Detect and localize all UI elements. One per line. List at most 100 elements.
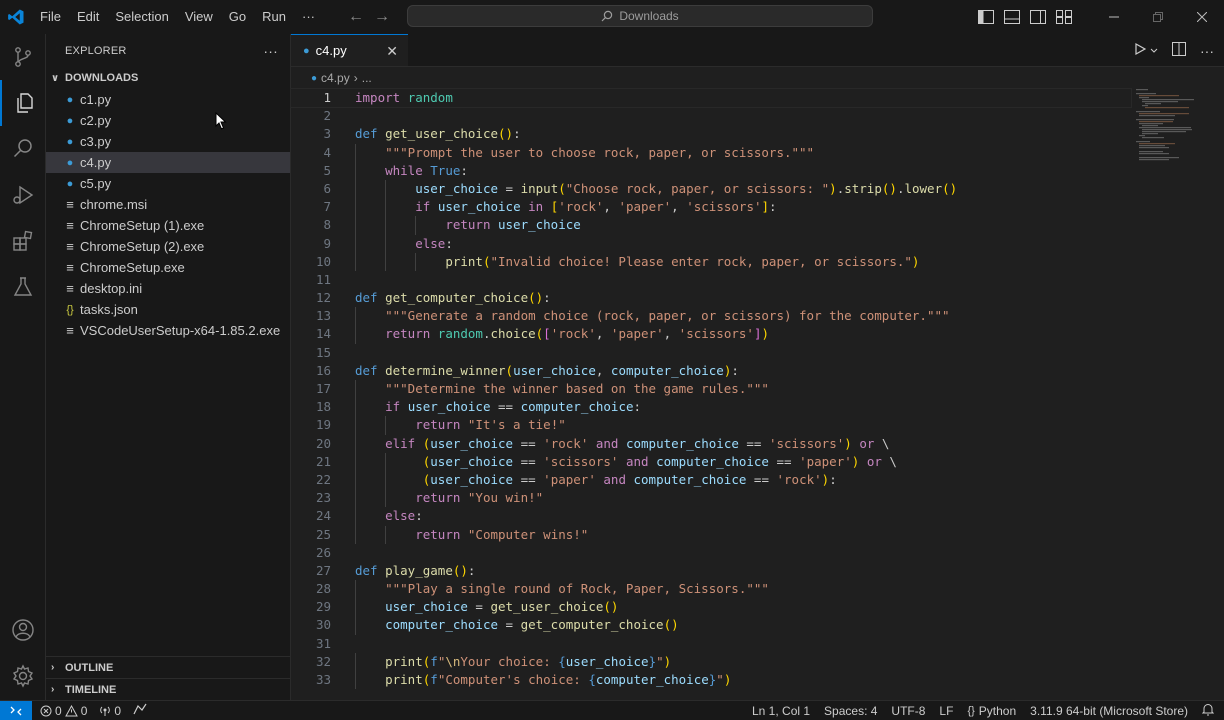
menu-run[interactable]: Run [254,0,294,34]
source-control-button[interactable] [0,34,46,80]
explorer-button[interactable] [0,80,46,126]
menu-file[interactable]: File [32,0,69,34]
end-of-line[interactable]: LF [939,704,953,718]
line-text: elif (user_choice == 'rock' and computer… [331,434,889,453]
code-line[interactable]: 17 """Determine the winner based on the … [291,380,1131,399]
code-line[interactable]: 21 (user_choice == 'scissors' and comput… [291,452,1131,471]
line-text: print("Invalid choice! Please enter rock… [331,252,919,271]
code-line[interactable]: 27 def play_game(): [291,562,1131,580]
menu-go[interactable]: Go [221,0,254,34]
code-line[interactable]: 20 elif (user_choice == 'rock' and compu… [291,434,1131,453]
code-line[interactable]: 24 else: [291,507,1131,526]
code-line[interactable]: 6 user_choice = input("Choose rock, pape… [291,179,1131,199]
code-line[interactable]: 30 computer_choice = get_computer_choice… [291,616,1131,635]
code-line[interactable]: 12 def get_computer_choice(): [291,289,1131,307]
run-debug-button[interactable] [0,172,46,218]
code-line[interactable]: 11 [291,271,1131,289]
file-item[interactable]: {} tasks.json [46,299,290,320]
close-tab-icon[interactable]: ✕ [386,43,398,60]
code-line[interactable]: 19 return "It's a tie!" [291,416,1131,435]
file-item[interactable]: ≡ ChromeSetup (1).exe [46,215,290,236]
file-item[interactable]: ● c1.py [46,89,290,110]
code-line[interactable]: 31 [291,635,1131,653]
code-line[interactable]: 13 """Generate a random choice (rock, pa… [291,307,1131,326]
folder-name: DOWNLOADS [65,72,139,84]
file-item[interactable]: ≡ ChromeSetup (2).exe [46,236,290,257]
minimap[interactable] [1136,89,1196,179]
code-line[interactable]: 28 """Play a single round of Rock, Paper… [291,580,1131,599]
run-file-icon[interactable] [1134,42,1158,58]
code-line[interactable]: 3 def get_user_choice(): [291,125,1131,143]
accounts-button[interactable] [0,607,46,653]
search-button[interactable] [0,126,46,172]
code-line[interactable]: 32 print(f"\nYour choice: {user_choice}"… [291,652,1131,671]
explorer-title: EXPLORER [65,44,127,57]
language-mode[interactable]: {} Python [967,704,1016,718]
timeline-section[interactable]: › TIMELINE [46,678,291,700]
menu-selection[interactable]: Selection [107,0,176,34]
more-actions-icon[interactable]: ··· [1200,43,1214,59]
menu-view[interactable]: View [177,0,221,34]
code-line[interactable]: 25 return "Computer wins!" [291,525,1131,544]
code-line[interactable]: 33 print(f"Computer's choice: {computer_… [291,671,1131,690]
indentation[interactable]: Spaces: 4 [824,704,877,718]
remote-indicator[interactable] [0,700,32,720]
code-line[interactable]: 10 print("Invalid choice! Please enter r… [291,252,1131,271]
python-interpreter[interactable]: 3.11.9 64-bit (Microsoft Store) [1030,704,1188,718]
code-line[interactable]: 9 else: [291,234,1131,253]
code-line[interactable]: 1 import random [290,87,1132,109]
code-line[interactable]: 7 if user_choice in ['rock', 'paper', 's… [291,198,1131,217]
command-center-search[interactable]: Downloads [407,5,873,27]
code-line[interactable]: 8 return user_choice [291,216,1131,235]
forward-arrow-icon[interactable]: → [374,8,390,26]
close-window-button[interactable] [1180,0,1224,34]
testing-button[interactable] [0,264,46,310]
problems-status[interactable]: 0 0 [40,704,87,718]
split-editor-icon[interactable] [1172,42,1186,59]
file-item[interactable]: ● c4.py [46,152,290,173]
code-line[interactable]: 2 [291,107,1131,125]
code-editor[interactable]: 1 import random 2 3 def get_user_choice(): 4 … [290,87,1132,690]
folder-downloads-header[interactable]: ∨ DOWNLOADS [46,67,290,89]
code-line[interactable]: 18 if user_choice == computer_choice: [291,398,1131,417]
code-line[interactable]: 26 [291,544,1131,562]
file-item[interactable]: ≡ desktop.ini [46,278,290,299]
toggle-secondary-sidebar-icon[interactable] [1030,10,1046,24]
code-line[interactable]: 15 [291,344,1131,362]
file-item[interactable]: ● c5.py [46,173,290,194]
menu-edit[interactable]: Edit [69,0,107,34]
file-item[interactable]: ≡ VSCodeUserSetup-x64-1.85.2.exe [46,320,290,341]
live-share-icon[interactable] [133,703,147,718]
back-arrow-icon[interactable]: ← [348,8,364,26]
notifications-bell-icon[interactable] [1201,703,1215,719]
toggle-panel-icon[interactable] [1004,10,1020,24]
customize-layout-icon[interactable] [1056,10,1072,24]
explorer-more-button[interactable]: ··· [263,43,278,59]
minimize-icon [1109,16,1119,18]
code-line[interactable]: 16 def determine_winner(user_choice, comp… [291,362,1131,380]
line-text: def get_user_choice(): [355,126,521,142]
menu-more[interactable]: ··· [294,0,323,34]
manage-button[interactable] [0,653,46,699]
code-line[interactable]: 5 while True: [291,161,1131,180]
outline-section[interactable]: › OUTLINE [46,656,291,678]
minimize-button[interactable] [1092,0,1136,34]
file-item[interactable]: ● c2.py [46,110,290,131]
toggle-primary-sidebar-icon[interactable] [978,10,994,24]
breadcrumb-more[interactable]: ... [362,71,372,85]
code-line[interactable]: 29 user_choice = get_user_choice() [291,598,1131,617]
breadcrumb-file[interactable]: c4.py [321,71,350,85]
ports-status[interactable]: 0 [99,704,121,718]
code-line[interactable]: 23 return "You win!" [291,489,1131,508]
maximize-button[interactable] [1136,0,1180,34]
code-line[interactable]: 22 (user_choice == 'paper' and computer_… [291,470,1131,490]
extensions-button[interactable] [0,218,46,264]
file-item[interactable]: ≡ ChromeSetup.exe [46,257,290,278]
cursor-position[interactable]: Ln 1, Col 1 [752,704,810,718]
code-line[interactable]: 14 return random.choice(['rock', 'paper'… [291,325,1131,344]
encoding[interactable]: UTF-8 [891,704,925,718]
code-line[interactable]: 4 """Prompt the user to choose rock, pap… [291,143,1131,162]
tab-c4-py[interactable]: ● c4.py ✕ [291,34,408,66]
file-item[interactable]: ≡ chrome.msi [46,194,290,215]
file-item[interactable]: ● c3.py [46,131,290,152]
